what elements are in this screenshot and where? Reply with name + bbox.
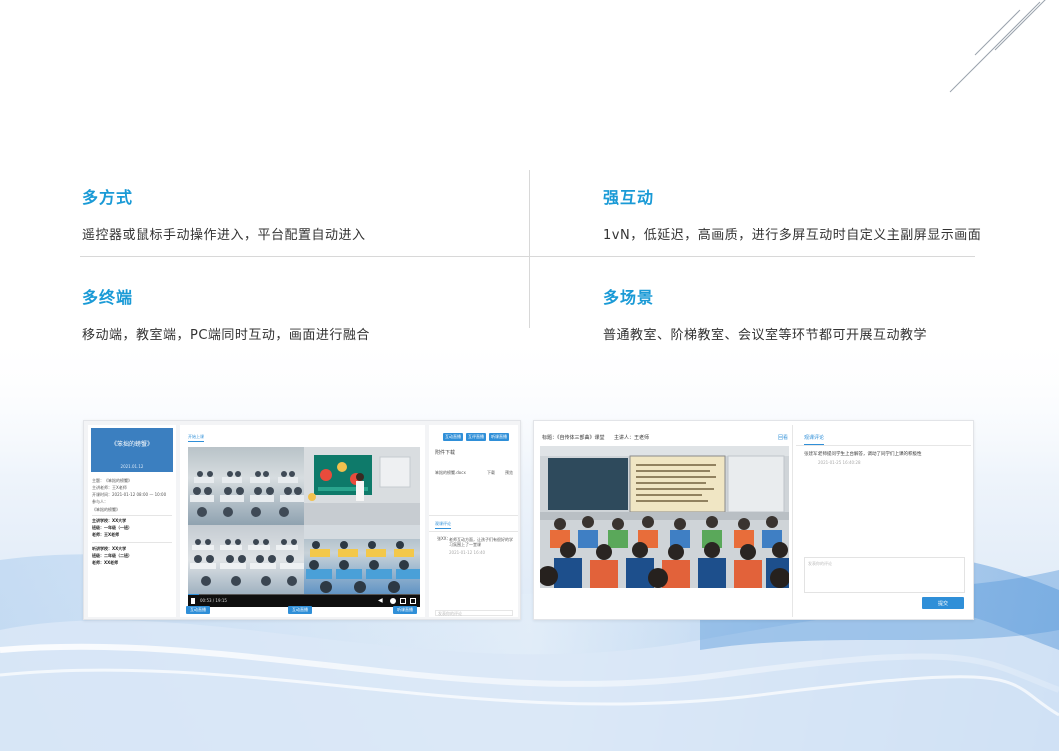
pip-icon[interactable]	[400, 598, 406, 604]
attachment-file[interactable]: 笨拙的螃蟹.docx	[435, 471, 466, 475]
course-banner: 《笨拙的螃蟹》 2021.01.12	[91, 428, 173, 472]
video-player[interactable]: 00:53 / 19:15 ◀	[188, 447, 420, 607]
volume-icon[interactable]: ◀	[378, 598, 384, 604]
school-line: 班级：一年级（一班）	[92, 525, 132, 530]
divider	[429, 531, 518, 532]
corner-decoration	[949, 0, 1046, 93]
comment-time: 2021-01-12 16:40	[449, 550, 486, 555]
download-link[interactable]: 下载	[487, 471, 495, 475]
divider	[92, 542, 172, 543]
feature-multi-mode: 多方式 遥控器或鼠标手动操作进入，平台配置自动进入	[82, 184, 366, 243]
screenshot-live-class: 《笨拙的螃蟹》 2021.01.12 主题：《笨拙的螃蟹》 主讲老师：王X老师 …	[83, 420, 521, 620]
feature-title: 多方式	[82, 188, 134, 207]
top-button-2[interactable]: 互评直播	[466, 433, 486, 441]
feature-desc: 遥控器或鼠标手动操作进入，平台配置自动进入	[82, 228, 366, 243]
school-line: 班级：二年级（二班）	[92, 553, 132, 558]
attachments-panel: 互动直播 互评直播 听课直播 附件下载 笨拙的螃蟹.docx 下载 预览 观课评…	[429, 425, 518, 617]
banner-title: 《笨拙的螃蟹》	[110, 441, 153, 448]
info-line: 开课时间：2021-01-12 08:00 — 10:00	[92, 492, 167, 497]
banner-date: 2021.01.12	[120, 464, 144, 469]
replay-link[interactable]: 回看	[778, 436, 788, 441]
top-button-3[interactable]: 听课直播	[489, 433, 509, 441]
time-display: 00:53 / 19:15	[200, 598, 227, 603]
feature-title: 强互动	[603, 188, 655, 207]
teacher-name: 主讲人：王老师	[614, 435, 650, 441]
attachments-label: 附件下载	[435, 450, 456, 456]
info-line: 《笨拙的螃蟹》	[92, 507, 120, 512]
feature-multi-terminal: 多终端 移动端，教室端，PC端同时互动，画面进行融合	[82, 284, 370, 343]
feature-desc: 1vN，低延迟，高画质，进行多屏互动时自定义主副屏显示画面	[603, 228, 982, 243]
live-button-2[interactable]: 互动直播	[288, 606, 312, 614]
divider	[92, 515, 172, 516]
feature-desc: 移动端，教室端，PC端同时互动，画面进行融合	[82, 328, 370, 343]
video-cell-students-2	[304, 525, 420, 595]
comment-input[interactable]: 发表你的评论	[435, 610, 513, 616]
progress-track[interactable]	[188, 594, 420, 595]
feature-title: 多终端	[82, 288, 134, 307]
live-button-1[interactable]: 互动直播	[186, 606, 210, 614]
listen-live-button[interactable]: 听课直播	[393, 606, 417, 614]
progress-fill	[188, 594, 199, 595]
top-button-1[interactable]: 互动直播	[443, 433, 463, 441]
feature-multi-scene: 多场景 普通教室、阶梯教室、会议室等环节都可开展互动教学	[603, 284, 927, 343]
vertical-divider	[529, 170, 530, 328]
divider	[796, 445, 971, 446]
school-line: 老师：XX老师	[92, 560, 119, 565]
comment-text: 老师提问学生上台解答，调动了同学们上课的积极性	[818, 452, 922, 457]
fullscreen-icon[interactable]	[410, 598, 416, 604]
video-cell-teacher	[304, 447, 420, 525]
info-line: 参与人：	[92, 499, 108, 504]
tab-comments[interactable]: 观课评论	[435, 522, 451, 529]
replay-video[interactable]	[540, 446, 789, 588]
comment-text: 老师互动方面，让孩子们有很好的学习氛围上了一堂课	[449, 537, 513, 548]
settings-icon[interactable]	[390, 598, 396, 604]
feature-strong-interaction: 强互动 1vN，低延迟，高画质，进行多屏互动时自定义主副屏显示画面	[603, 184, 981, 243]
screenshot-replay-class: 标题：《自传体三部曲》课堂 主讲人：王老师 回看 观课评论 张建军： 老师提问学…	[533, 420, 974, 620]
school-line: 听讲学校：XX大学	[92, 546, 127, 551]
info-line: 主讲老师：王X老师	[92, 485, 127, 490]
course-info-panel: 《笨拙的螃蟹》 2021.01.12 主题：《笨拙的螃蟹》 主讲老师：王X老师 …	[88, 425, 176, 617]
feature-desc: 普通教室、阶梯教室、会议室等环节都可开展互动教学	[603, 328, 928, 343]
pause-icon[interactable]	[191, 598, 195, 604]
tab-comments[interactable]: 观课评论	[804, 436, 825, 445]
video-cell-students	[188, 525, 304, 595]
class-title: 标题：《自传体三部曲》课堂	[542, 435, 605, 441]
divider	[792, 425, 793, 617]
school-line: 老师：王X老师	[92, 532, 120, 537]
info-line: 主题：《笨拙的螃蟹》	[92, 478, 132, 483]
comment-time: 2021-01-25 16:40:28	[818, 460, 861, 465]
divider	[429, 515, 518, 516]
school-line: 主讲学校：XX大学	[92, 518, 127, 523]
preview-link[interactable]: 预览	[505, 471, 513, 475]
comment-textarea[interactable]: 发表你的评论	[804, 557, 965, 593]
tab-start-class[interactable]: 开始上课	[188, 435, 204, 442]
submit-button[interactable]: 提交	[922, 597, 964, 609]
horizontal-divider	[80, 256, 975, 257]
feature-title: 多场景	[603, 288, 655, 307]
video-panel: 开始上课 00:53 / 19:15 ◀ 互动直播 互动直播 听课直播	[180, 425, 425, 617]
video-cell-classroom	[188, 447, 304, 525]
